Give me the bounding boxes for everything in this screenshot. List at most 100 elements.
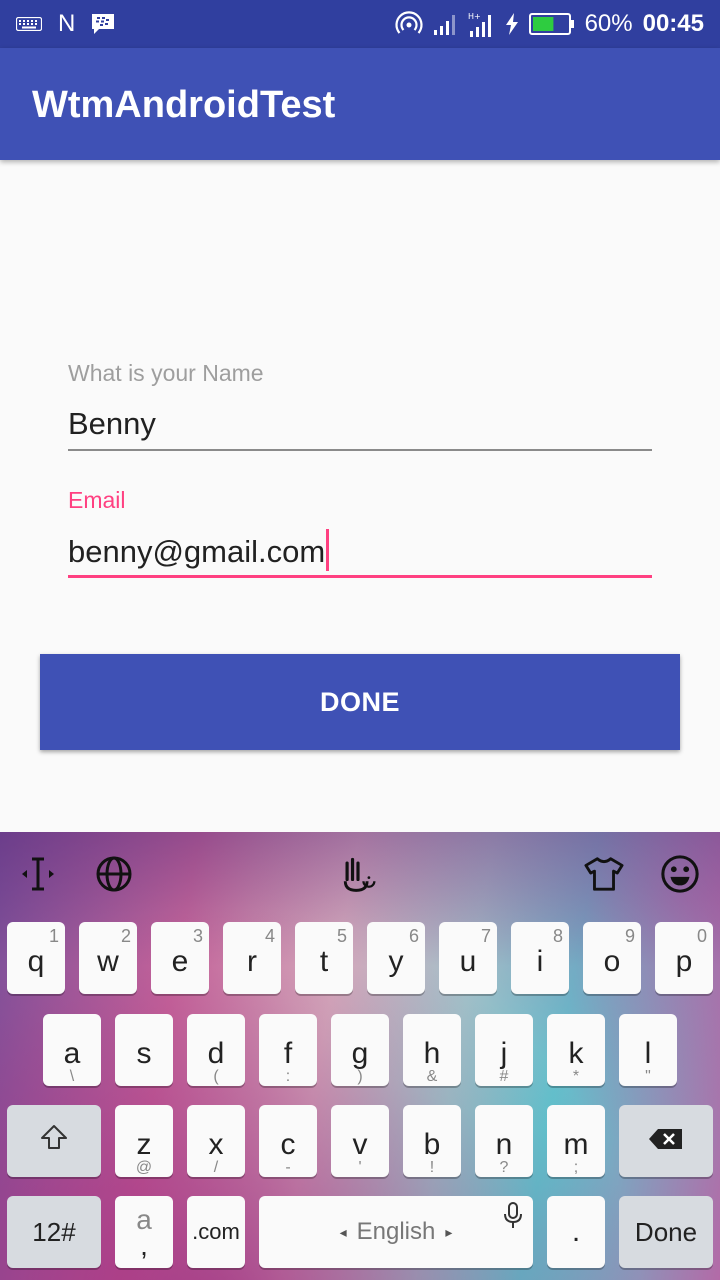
backspace-key[interactable] — [619, 1105, 713, 1177]
email-input-value: benny@gmail.com — [68, 534, 326, 569]
status-bar: N H+ 60% 00:45 — [0, 0, 720, 48]
key-v[interactable]: v ' — [331, 1105, 389, 1177]
key-sub: ; — [573, 1159, 579, 1176]
key-label: s — [136, 1037, 152, 1070]
key-b[interactable]: b! — [403, 1105, 461, 1177]
key-label: r — [247, 945, 257, 978]
key-m[interactable]: m; — [547, 1105, 605, 1177]
key-x[interactable]: x / — [187, 1105, 245, 1177]
key-sub: ( — [213, 1068, 219, 1085]
key-hint: 1 — [48, 926, 59, 946]
hotspot-icon — [394, 10, 423, 38]
key-c[interactable]: c- — [259, 1105, 317, 1177]
emoji-icon[interactable] — [660, 854, 700, 894]
name-field-underline — [68, 449, 652, 451]
key-sub: \ — [69, 1068, 75, 1085]
battery-percent: 60% — [584, 10, 633, 37]
key-label: w — [97, 945, 119, 978]
key-sub: ? — [499, 1159, 509, 1176]
cursor-move-icon[interactable] — [18, 854, 58, 894]
key-label: u — [459, 945, 477, 978]
key-y[interactable]: 6y — [367, 922, 425, 994]
key-e[interactable]: 3e — [151, 922, 209, 994]
shift-key[interactable] — [7, 1105, 101, 1177]
space-right-arrow-icon: ▸ — [445, 1223, 453, 1240]
space-left-arrow-icon: ◂ — [339, 1223, 347, 1240]
app-bar: WtmAndroidTest — [0, 48, 720, 160]
name-field[interactable]: What is your Name Benny — [68, 360, 652, 452]
key-j[interactable]: j # — [475, 1014, 533, 1086]
key-f[interactable]: f: — [259, 1014, 317, 1086]
key-d[interactable]: d( — [187, 1014, 245, 1086]
key-n[interactable]: n? — [475, 1105, 533, 1177]
key-r[interactable]: 4r — [223, 922, 281, 994]
key-s[interactable]: s — [115, 1014, 173, 1086]
key-hint: 5 — [336, 926, 347, 946]
key-sub: ) — [357, 1068, 363, 1085]
key-sub: - — [285, 1159, 291, 1176]
period-key[interactable]: . — [547, 1196, 605, 1268]
signal-ht-icon: H+ — [467, 11, 495, 37]
name-input-value[interactable]: Benny — [68, 406, 156, 442]
microphone-icon — [503, 1202, 523, 1238]
key-a[interactable]: a \ — [43, 1014, 101, 1086]
key-label: h — [423, 1037, 441, 1070]
key-hint: 8 — [552, 926, 563, 946]
comma-key[interactable]: a , — [115, 1196, 173, 1268]
keyboard-done-key[interactable]: Done — [619, 1196, 713, 1268]
done-button[interactable]: DONE — [40, 654, 680, 750]
key-sub: ' — [358, 1159, 362, 1176]
key-label: t — [319, 945, 329, 978]
dotcom-key[interactable]: .com — [187, 1196, 245, 1268]
key-sub: ! — [429, 1159, 435, 1176]
key-hint: 4 — [264, 926, 275, 946]
key-hint: 3 — [192, 926, 203, 946]
key-sub: & — [426, 1068, 438, 1085]
touchpal-logo-icon[interactable] — [338, 854, 378, 894]
bbm-icon — [91, 13, 115, 35]
key-u[interactable]: 7u — [439, 922, 497, 994]
key-sub: @ — [135, 1159, 153, 1176]
email-field[interactable]: Email benny@gmail.com — [68, 487, 652, 581]
key-t[interactable]: 5t — [295, 922, 353, 994]
key-label: p — [675, 945, 693, 978]
key-hint: 0 — [696, 926, 707, 946]
key-g[interactable]: g) — [331, 1014, 389, 1086]
key-i[interactable]: 8i — [511, 922, 569, 994]
key-sub: " — [645, 1068, 651, 1085]
globe-icon[interactable] — [94, 854, 134, 894]
key-label: j — [500, 1037, 508, 1070]
key-sub: # — [499, 1068, 509, 1085]
key-q[interactable]: 1q — [7, 922, 65, 994]
space-key-label: English — [356, 1218, 436, 1245]
key-sub: / — [213, 1159, 219, 1176]
theme-shirt-icon[interactable] — [584, 854, 624, 894]
key-label: e — [171, 945, 189, 978]
key-h[interactable]: h & — [403, 1014, 461, 1086]
screen: N H+ 60% 00:45 WtmAndroidTest What is yo… — [0, 0, 720, 1280]
email-input[interactable]: benny@gmail.com — [68, 529, 330, 573]
key-label: i — [536, 945, 544, 978]
keyboard-toolbar — [0, 832, 720, 918]
symbols-key[interactable]: 12# — [7, 1196, 101, 1268]
key-label: b — [423, 1128, 441, 1161]
key-hint: 9 — [624, 926, 635, 946]
key-label: o — [603, 945, 621, 978]
key-label: c — [280, 1128, 296, 1161]
key-sub: : — [285, 1068, 291, 1085]
key-o[interactable]: 9o — [583, 922, 641, 994]
key-label: l — [644, 1037, 652, 1070]
key-label: y — [388, 945, 404, 978]
charging-icon — [505, 13, 519, 35]
key-w[interactable]: 2w — [79, 922, 137, 994]
key-p[interactable]: 0p — [655, 922, 713, 994]
backspace-icon — [648, 1124, 684, 1158]
key-l[interactable]: l " — [619, 1014, 677, 1086]
comma-key-label: , — [140, 1230, 148, 1261]
key-k[interactable]: k * — [547, 1014, 605, 1086]
soft-keyboard: 1q 2w 3e 4r 5t 6y 7u 8i 9o 0p a \ s d( f:… — [0, 832, 720, 1280]
key-label: f — [283, 1037, 293, 1070]
key-label: v — [352, 1128, 368, 1161]
key-z[interactable]: z @ — [115, 1105, 173, 1177]
space-key[interactable]: ◂ English ▸ — [259, 1196, 533, 1268]
